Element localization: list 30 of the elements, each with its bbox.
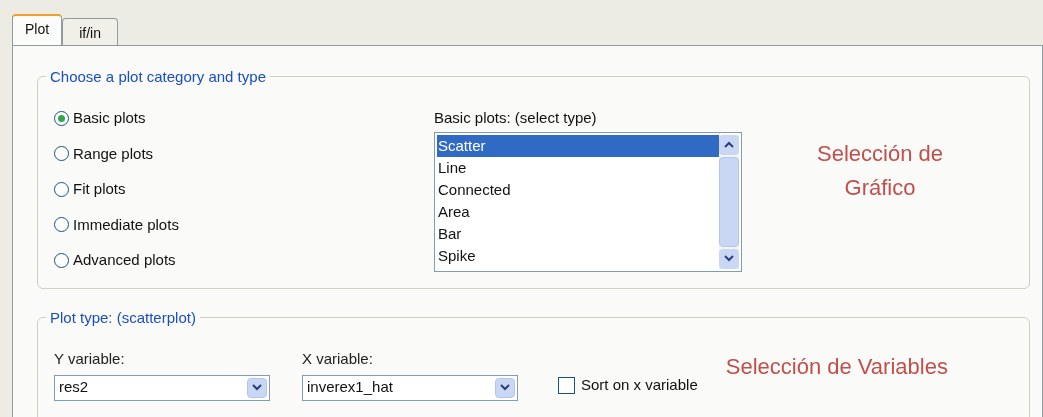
radio-label[interactable]: Fit plots [73,178,126,201]
list-item[interactable]: Scatter [437,134,719,157]
radio-label[interactable]: Immediate plots [73,213,179,236]
checkbox-label[interactable]: Sort on x variable [581,374,698,397]
checkbox[interactable] [558,376,575,394]
variable-dropdown[interactable]: res2 [54,374,270,401]
radio-button[interactable] [54,146,69,162]
list-item[interactable]: Bar [437,222,719,245]
list-item[interactable]: Line [437,156,719,179]
radio-button[interactable] [54,181,69,197]
variable-dropdown[interactable]: inverex1_hat [302,374,518,401]
radio-button[interactable] [54,110,69,126]
list-item[interactable]: Spike [437,244,719,267]
scrollbar[interactable] [719,134,739,269]
radio-button[interactable] [54,217,69,233]
annotation-text: Selección de Variables [725,353,948,381]
dropdown-button[interactable] [495,377,515,398]
field-label: Y variable: [54,349,126,369]
radio-button[interactable] [54,252,69,268]
list-item[interactable]: Connected [437,178,719,201]
field-label: X variable: [302,349,374,369]
annotation-text: Selección de Gráfico [816,140,944,202]
radio-label[interactable]: Advanced plots [73,249,176,272]
radio-label[interactable]: Basic plots [73,107,146,130]
tab[interactable]: if/in [62,18,118,45]
radio-label[interactable]: Range plots [73,142,154,165]
list-label: Basic plots: (select type) [434,108,598,128]
dropdown-button[interactable] [247,377,267,398]
list-item[interactable]: Area [437,200,719,223]
tab[interactable]: Plot [12,14,63,45]
